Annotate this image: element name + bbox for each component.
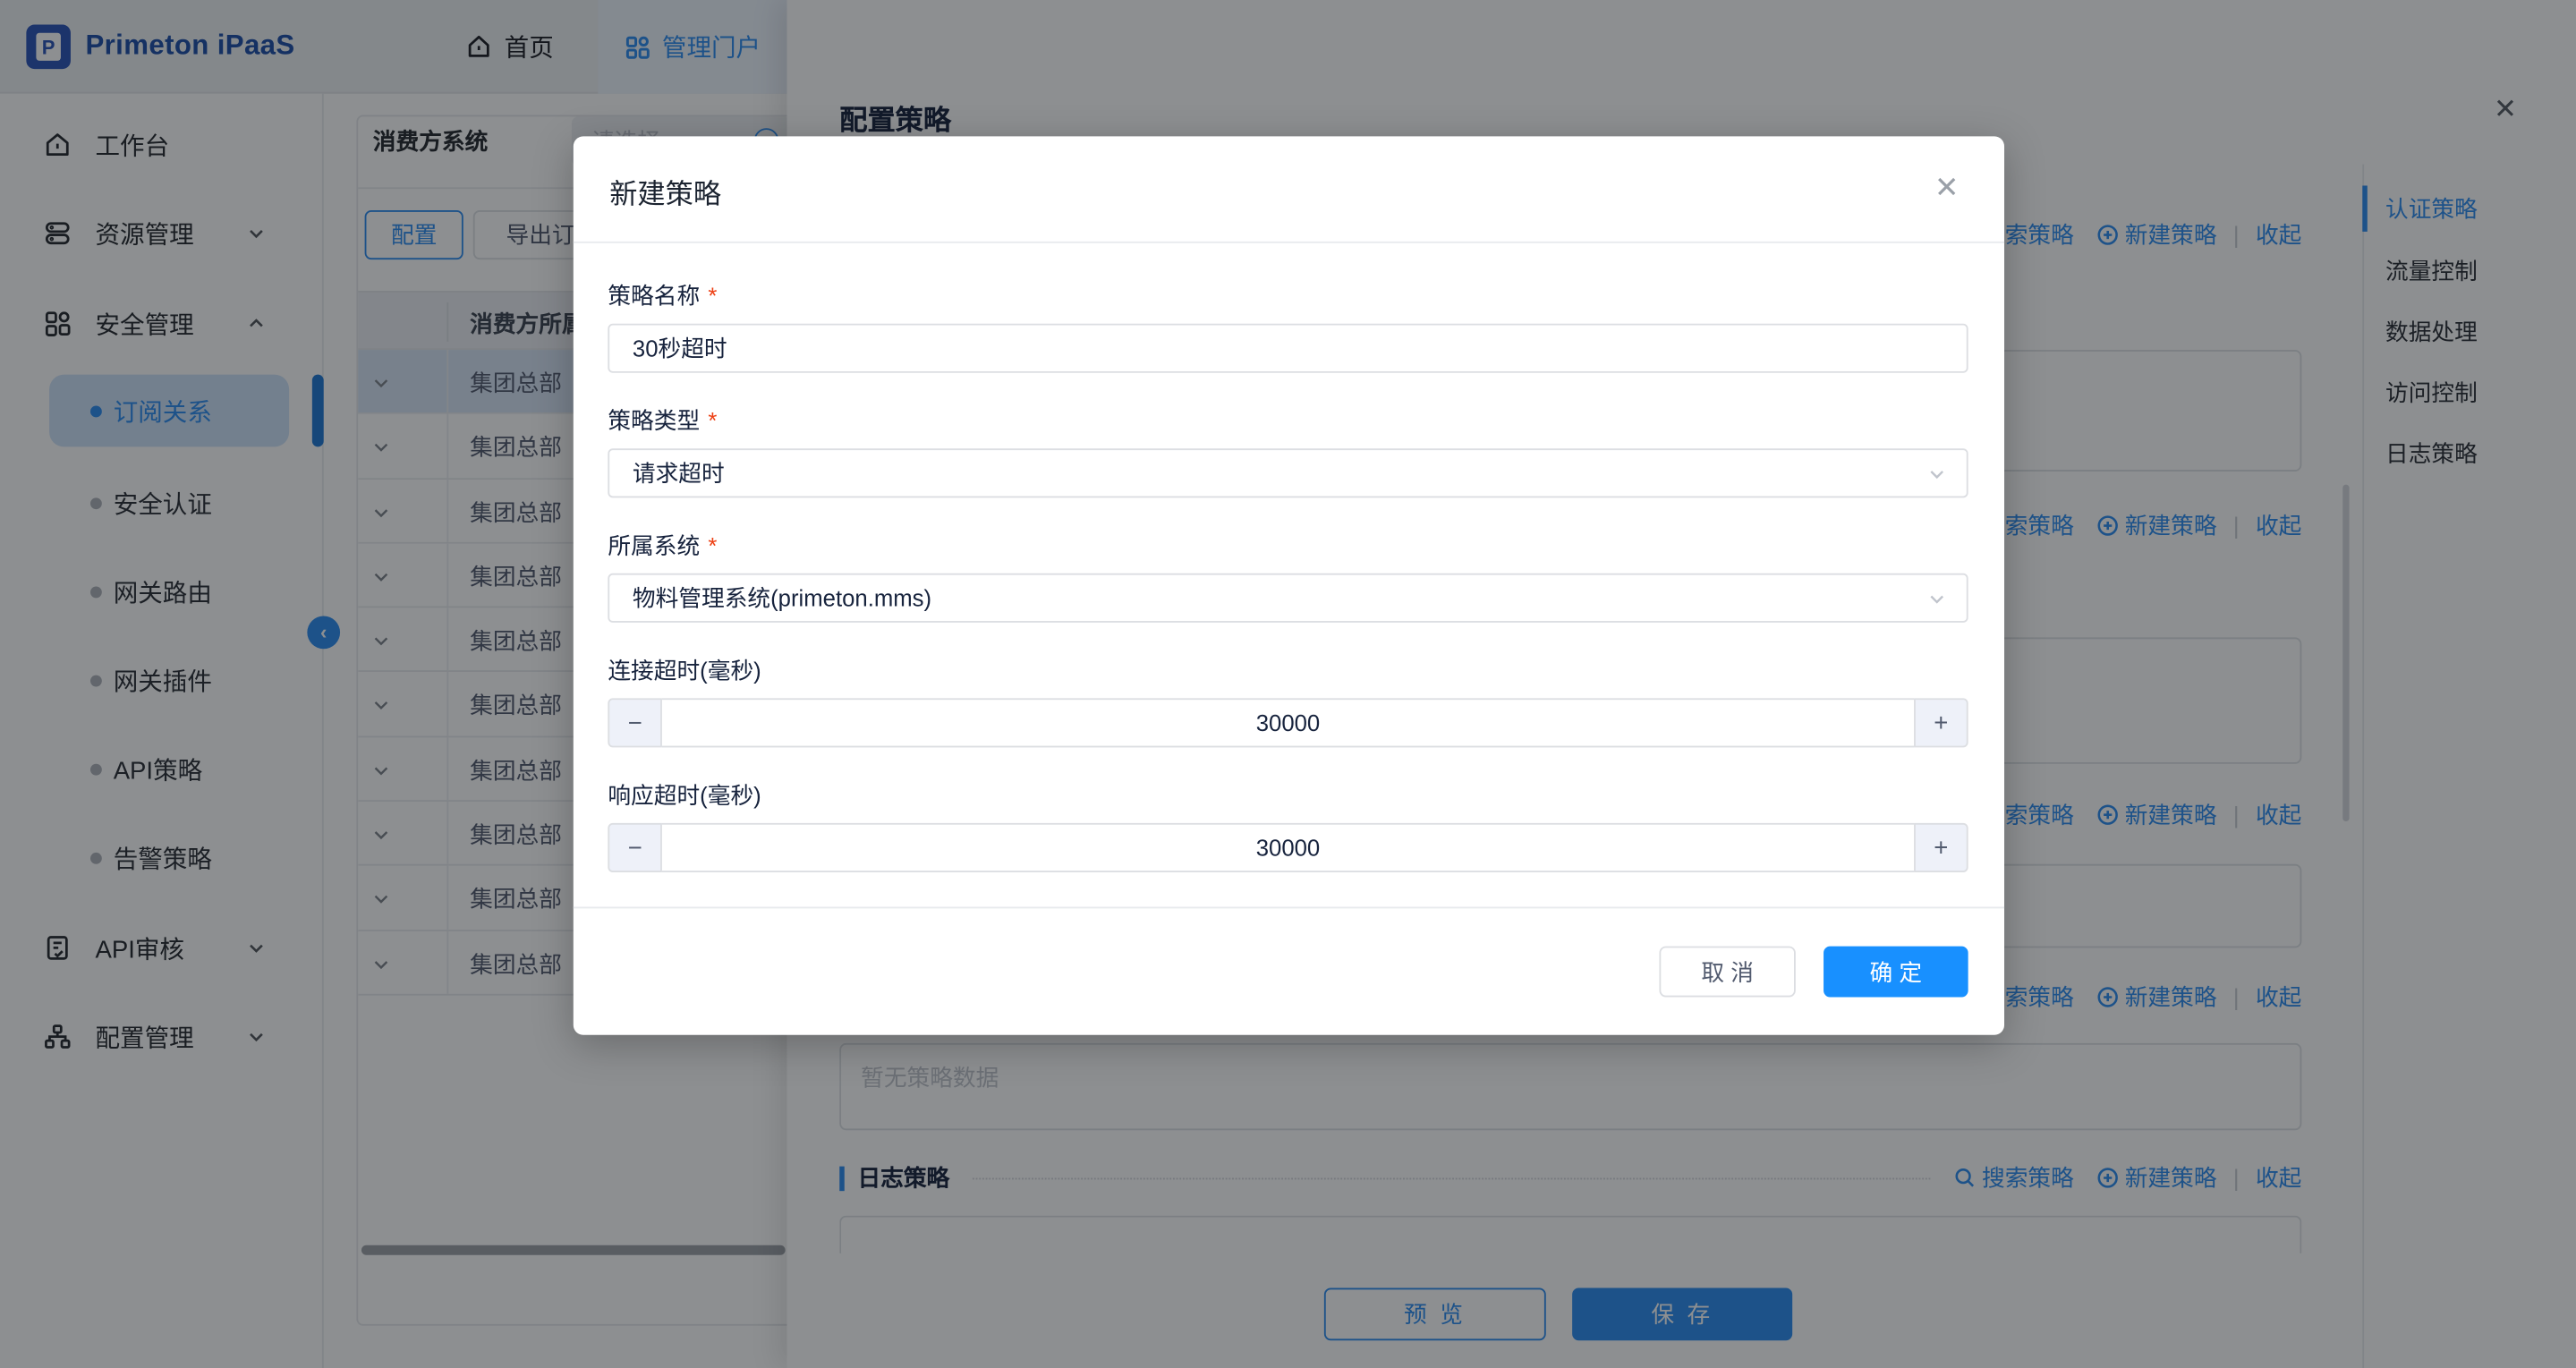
new-policy-modal: 新建策略 ✕ 策略名称 * 策略类型 * 请求超时: [574, 136, 2004, 1034]
required-mark: *: [708, 283, 717, 309]
plus-icon[interactable]: +: [1914, 823, 1968, 872]
selected-value: 物料管理系统(primeton.mms): [633, 582, 931, 615]
ok-button[interactable]: 确 定: [1824, 947, 1968, 998]
connect-timeout-stepper: − +: [608, 698, 1968, 747]
plus-icon[interactable]: +: [1914, 698, 1968, 747]
policy-type-label: 策略类型: [608, 404, 700, 438]
field-connect-timeout: 连接超时(毫秒) − +: [608, 657, 1968, 747]
modal-title: 新建策略: [609, 171, 721, 212]
cancel-button[interactable]: 取 消: [1659, 947, 1795, 998]
owning-system-select[interactable]: 物料管理系统(primeton.mms): [608, 574, 1968, 623]
field-owning-system: 所属系统 * 物料管理系统(primeton.mms): [608, 532, 1968, 623]
field-policy-type: 策略类型 * 请求超时: [608, 407, 1968, 497]
connect-timeout-input[interactable]: [662, 698, 1914, 747]
policy-name-label: 策略名称: [608, 279, 700, 312]
response-timeout-label: 响应超时(毫秒): [608, 778, 761, 811]
app: P Primeton iPaaS 首页 管理门户: [0, 0, 2576, 1368]
response-timeout-stepper: − +: [608, 823, 1968, 872]
modal-body: 策略名称 * 策略类型 * 请求超时 所属系统: [574, 243, 2004, 872]
minus-icon[interactable]: −: [608, 698, 662, 747]
modal-header: 新建策略 ✕: [574, 136, 2004, 242]
selected-value: 请求超时: [633, 456, 725, 489]
chevron-down-icon: [1927, 590, 1947, 609]
close-icon[interactable]: ✕: [1929, 169, 1965, 205]
field-response-timeout: 响应超时(毫秒) − +: [608, 782, 1968, 872]
response-timeout-input[interactable]: [662, 823, 1914, 872]
required-mark: *: [708, 532, 717, 558]
minus-icon[interactable]: −: [608, 823, 662, 872]
required-mark: *: [708, 407, 717, 433]
connect-timeout-label: 连接超时(毫秒): [608, 654, 761, 687]
policy-name-input[interactable]: [608, 324, 1968, 373]
modal-footer: 取 消 确 定: [574, 907, 2004, 1035]
policy-type-select[interactable]: 请求超时: [608, 448, 1968, 497]
field-policy-name: 策略名称 *: [608, 283, 1968, 373]
chevron-down-icon: [1927, 465, 1947, 485]
owning-system-label: 所属系统: [608, 529, 700, 562]
